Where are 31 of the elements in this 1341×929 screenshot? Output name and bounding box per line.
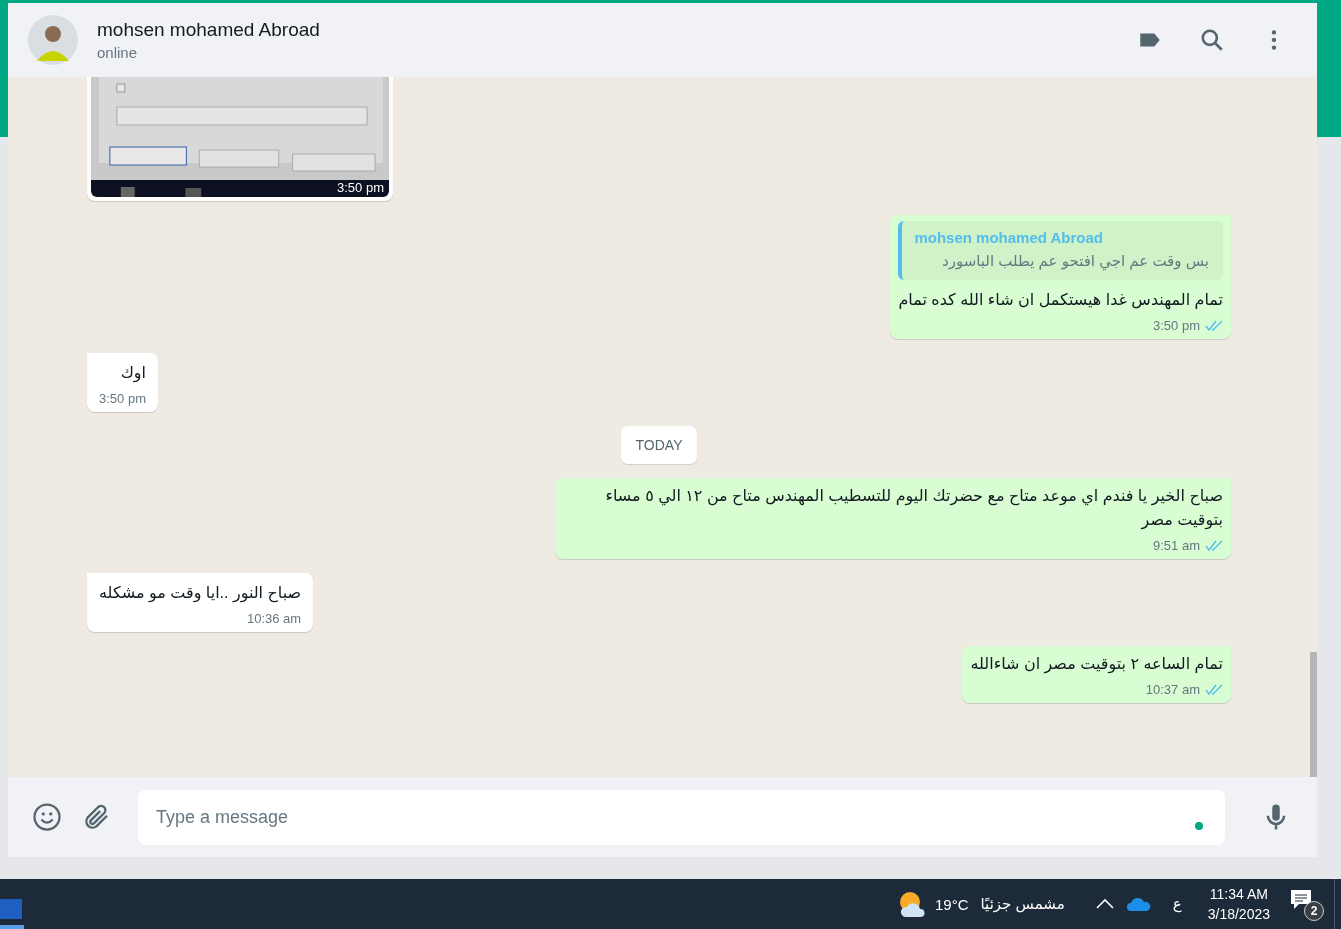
- message-time: 10:36 am: [246, 611, 302, 626]
- emoji-icon[interactable]: [32, 802, 62, 832]
- message-time: 9:51 am: [1153, 538, 1200, 553]
- weather-text[interactable]: مشمس جزئيًا: [980, 895, 1065, 913]
- clock-time[interactable]: 11:34 AM: [1209, 886, 1268, 902]
- message-time: 3:50 pm: [99, 391, 146, 406]
- dot-icon: [1195, 821, 1203, 830]
- chevron-up-icon[interactable]: [1094, 898, 1115, 910]
- quote-text: بس وقت عم اجي افتحو عم يطلب الباسورد: [941, 252, 1209, 270]
- clock-date[interactable]: 3/18/2023: [1207, 906, 1270, 922]
- contact-name: mohsen mohamed Abroad: [97, 19, 321, 41]
- cloud-icon[interactable]: [1126, 897, 1151, 911]
- message-text: تمام الساعه ٢ بتوقيت مصر ان شاءالله: [970, 654, 1223, 676]
- search-icon[interactable]: [1199, 27, 1225, 53]
- temperature[interactable]: 19°C: [935, 895, 969, 913]
- scrollbar[interactable]: [1310, 652, 1317, 777]
- message-input[interactable]: Type a message: [138, 789, 1225, 845]
- input-language[interactable]: ع: [1172, 895, 1182, 913]
- message-time: 10:37 am: [1145, 682, 1200, 697]
- message-text: تمام المهندس غدا هيستكمل ان شاء الله كده تمام: [898, 290, 1223, 312]
- message-text: صباح النور ..ايا وقت مو مشكله: [99, 583, 302, 605]
- image-message[interactable]: 3:50 pm: [87, 77, 393, 201]
- message-time: 3:50 pm: [337, 180, 384, 195]
- quote-author: mohsen mohamed Abroad: [914, 229, 1105, 246]
- notification-icon[interactable]: [1290, 889, 1312, 911]
- message-time: 3:50 pm: [1153, 318, 1200, 333]
- message-text: اوك: [119, 363, 146, 385]
- message-text: صباح الخير يا فندم اي موعد متاح مع حضرتك اليوم للتسطيب المهندس متاح من ١٢ الي ٥ مساء بتوقيت مصر: [604, 486, 1223, 532]
- avatar[interactable]: [28, 15, 78, 65]
- notification-count: 2: [1304, 901, 1324, 921]
- contact-status: online: [97, 44, 139, 61]
